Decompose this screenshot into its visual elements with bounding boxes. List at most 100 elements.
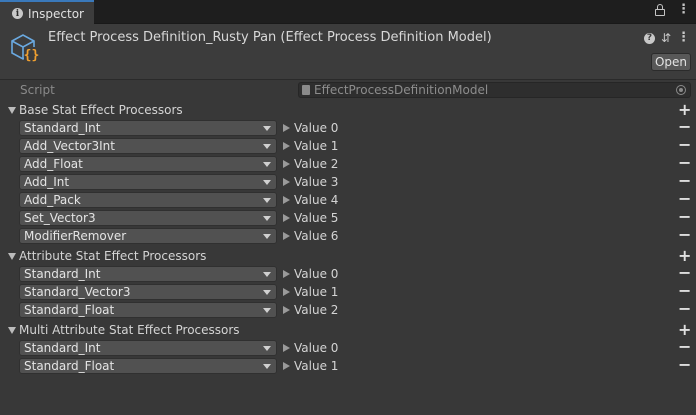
value-foldout[interactable]: Value 2 <box>283 157 338 171</box>
list-item: Standard_Vector3 Value 1 − <box>0 283 696 301</box>
value-label: Value 4 <box>294 193 339 207</box>
chevron-right-icon <box>283 232 290 240</box>
value-foldout[interactable]: Value 0 <box>283 267 338 281</box>
section-title: Attribute Stat Effect Processors <box>19 249 207 263</box>
tab-inspector[interactable]: i Inspector <box>0 0 94 25</box>
dropdown-value: Standard_Vector3 <box>24 285 131 299</box>
processor-type-dropdown[interactable]: Standard_Int <box>19 266 277 282</box>
chevron-down-icon <box>263 290 271 295</box>
processor-type-dropdown[interactable]: ModifierRemover <box>19 228 277 244</box>
add-element-button[interactable]: + <box>678 248 691 264</box>
processor-type-dropdown[interactable]: Standard_Int <box>19 340 277 356</box>
add-element-button[interactable]: + <box>678 322 691 338</box>
chevron-down-icon <box>263 346 271 351</box>
fold-arrow-icon[interactable] <box>8 252 16 260</box>
script-file-icon <box>302 85 310 95</box>
processor-type-dropdown[interactable]: Standard_Float <box>19 358 277 374</box>
processor-type-dropdown[interactable]: Add_Int <box>19 174 277 190</box>
processor-type-dropdown[interactable]: Standard_Int <box>19 120 277 136</box>
chevron-right-icon <box>283 142 290 150</box>
chevron-down-icon <box>263 364 271 369</box>
remove-element-button[interactable]: − <box>678 191 691 207</box>
menu-dots-icon[interactable]: ⋮ <box>677 31 690 44</box>
remove-element-button[interactable]: − <box>678 339 691 355</box>
value-foldout[interactable]: Value 1 <box>283 359 338 373</box>
dropdown-value: Set_Vector3 <box>24 211 96 225</box>
value-label: Value 1 <box>294 285 339 299</box>
dropdown-value: Standard_Int <box>24 267 101 281</box>
section-title: Base Stat Effect Processors <box>19 103 183 117</box>
value-foldout[interactable]: Value 1 <box>283 285 338 299</box>
menu-dots-icon[interactable]: ⋮ <box>677 3 690 16</box>
value-foldout[interactable]: Value 0 <box>283 121 338 135</box>
open-button[interactable]: Open <box>651 53 691 71</box>
processor-type-dropdown[interactable]: Add_Float <box>19 156 277 172</box>
header-icons: ? ⇵ ⋮ <box>643 31 690 45</box>
info-icon: i <box>12 8 23 19</box>
list-item: Add_Float Value 2 − <box>0 155 696 173</box>
chevron-right-icon <box>283 306 290 314</box>
value-foldout[interactable]: Value 5 <box>283 211 338 225</box>
page-title: Effect Process Definition_Rusty Pan (Eff… <box>48 30 492 45</box>
chevron-down-icon <box>263 234 271 239</box>
help-icon[interactable]: ? <box>643 32 655 44</box>
value-foldout[interactable]: Value 6 <box>283 229 338 243</box>
lock-icon[interactable] <box>655 4 665 16</box>
section-title: Multi Attribute Stat Effect Processors <box>19 323 240 337</box>
chevron-right-icon <box>283 288 290 296</box>
add-element-button[interactable]: + <box>678 102 691 118</box>
remove-element-button[interactable]: − <box>678 357 691 373</box>
chevron-down-icon <box>263 308 271 313</box>
value-foldout[interactable]: Value 2 <box>283 303 338 317</box>
processor-type-dropdown[interactable]: Standard_Vector3 <box>19 284 277 300</box>
remove-element-button[interactable]: − <box>678 265 691 281</box>
script-field[interactable]: EffectProcessDefinitionModel <box>298 82 691 98</box>
remove-element-button[interactable]: − <box>678 173 691 189</box>
inspector-header: {} Effect Process Definition_Rusty Pan (… <box>0 24 696 80</box>
script-value: EffectProcessDefinitionModel <box>314 83 489 97</box>
script-label: Script <box>20 83 55 97</box>
value-label: Value 1 <box>294 359 339 373</box>
chevron-down-icon <box>263 216 271 221</box>
remove-element-button[interactable]: − <box>678 227 691 243</box>
section-header-attribute[interactable]: Attribute Stat Effect Processors + <box>0 247 696 265</box>
chevron-right-icon <box>283 214 290 222</box>
value-label: Value 3 <box>294 175 339 189</box>
list-item: Add_Vector3Int Value 1 − <box>0 137 696 155</box>
dropdown-value: ModifierRemover <box>24 229 127 243</box>
value-label: Value 2 <box>294 157 339 171</box>
chevron-down-icon <box>263 162 271 167</box>
fold-arrow-icon[interactable] <box>8 326 16 334</box>
processor-type-dropdown[interactable]: Add_Pack <box>19 192 277 208</box>
remove-element-button[interactable]: − <box>678 283 691 299</box>
script-row: Script EffectProcessDefinitionModel <box>0 81 696 99</box>
processor-type-dropdown[interactable]: Set_Vector3 <box>19 210 277 226</box>
list-item: Standard_Int Value 0 − <box>0 119 696 137</box>
chevron-right-icon <box>283 362 290 370</box>
value-foldout[interactable]: Value 3 <box>283 175 338 189</box>
chevron-down-icon <box>263 272 271 277</box>
remove-element-button[interactable]: − <box>678 155 691 171</box>
remove-element-button[interactable]: − <box>678 209 691 225</box>
value-foldout[interactable]: Value 4 <box>283 193 338 207</box>
list-item: Standard_Float Value 1 − <box>0 357 696 375</box>
dropdown-value: Standard_Float <box>24 359 115 373</box>
value-foldout[interactable]: Value 1 <box>283 139 338 153</box>
chevron-right-icon <box>283 344 290 352</box>
processor-type-dropdown[interactable]: Standard_Float <box>19 302 277 318</box>
object-picker-icon[interactable] <box>676 85 686 95</box>
section-header-base[interactable]: Base Stat Effect Processors + <box>0 101 696 119</box>
value-foldout[interactable]: Value 0 <box>283 341 338 355</box>
remove-element-button[interactable]: − <box>678 301 691 317</box>
remove-element-button[interactable]: − <box>678 137 691 153</box>
tabbar-icons: ⋮ <box>655 3 690 16</box>
tab-label: Inspector <box>28 6 84 21</box>
fold-arrow-icon[interactable] <box>8 106 16 114</box>
chevron-right-icon <box>283 196 290 204</box>
sliders-icon[interactable]: ⇵ <box>661 31 671 45</box>
section-header-multi-attribute[interactable]: Multi Attribute Stat Effect Processors + <box>0 321 696 339</box>
value-label: Value 5 <box>294 211 339 225</box>
processor-type-dropdown[interactable]: Add_Vector3Int <box>19 138 277 154</box>
remove-element-button[interactable]: − <box>678 119 691 135</box>
list-item: Standard_Int Value 0 − <box>0 339 696 357</box>
